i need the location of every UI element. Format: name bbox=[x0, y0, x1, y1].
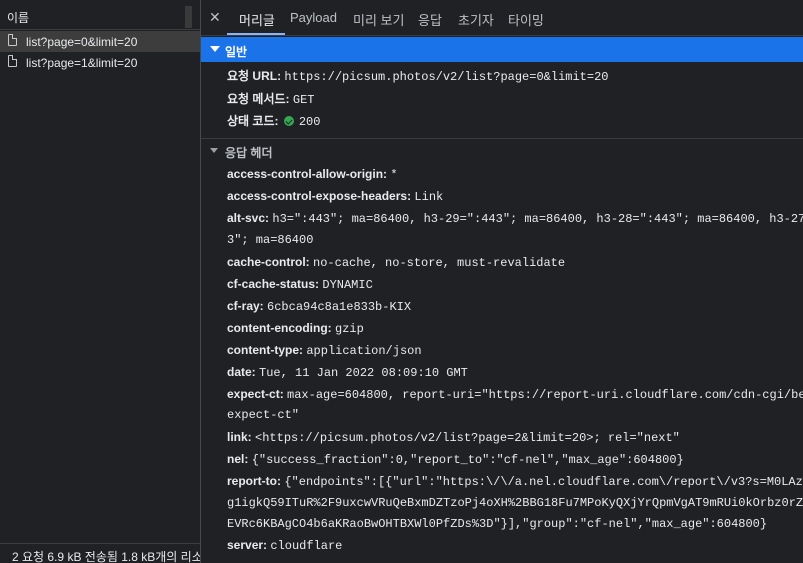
file-icon bbox=[8, 55, 17, 67]
status-code-value: 200 bbox=[298, 115, 321, 129]
header-row: alt-svc: h3=":443"; ma=86400, h3-29=":44… bbox=[227, 211, 803, 226]
header-value-continuation: g1igkQ59ITuR%2F9uxcwVRuQeBxmDZTzoPj4oXH%… bbox=[227, 496, 803, 510]
tab-response[interactable]: 응답 bbox=[418, 10, 442, 29]
request-row[interactable]: list?page=0&limit=20 bbox=[0, 31, 200, 52]
request-details-panel: ✕ 머리글 Payload 미리 보기 응답 초기자 타이밍 일반 요청 URL… bbox=[201, 0, 803, 563]
summary-status-bar: 2 요청 6.9 kB 전송됨 1.8 kB개의 리소스 bbox=[0, 543, 201, 563]
name-column-header[interactable]: 이름 bbox=[0, 0, 200, 30]
tab-headers[interactable]: 머리글 bbox=[239, 10, 275, 29]
header-key: nel: bbox=[227, 452, 249, 466]
request-method-label: 요청 메서드: bbox=[227, 92, 290, 106]
header-row: cf-ray: 6cbca94c8a1e833b-KIX bbox=[227, 299, 411, 314]
header-value: no-cache, no-store, must-revalidate bbox=[313, 256, 566, 270]
header-row: content-encoding: gzip bbox=[227, 321, 364, 336]
header-row: report-to: {"endpoints":[{"url":"https:\… bbox=[227, 474, 803, 489]
request-list-panel: 이름 list?page=0&limit=20 list?page=1&limi… bbox=[0, 0, 201, 563]
header-row: nel: {"success_fraction":0,"report_to":"… bbox=[227, 452, 684, 467]
header-value: cloudflare bbox=[270, 539, 343, 553]
header-key: content-type: bbox=[227, 343, 303, 357]
triangle-down-icon bbox=[210, 148, 218, 153]
header-row: date: Tue, 11 Jan 2022 08:09:10 GMT bbox=[227, 365, 468, 380]
header-value: Link bbox=[414, 190, 444, 204]
tab-preview[interactable]: 미리 보기 bbox=[353, 10, 404, 29]
header-value-continuation: expect-ct" bbox=[227, 408, 300, 422]
request-url-label: 요청 URL: bbox=[227, 69, 282, 83]
header-key: access-control-expose-headers: bbox=[227, 189, 412, 203]
request-method-value: GET bbox=[292, 93, 315, 107]
header-row: link: <https://picsum.photos/v2/list?pag… bbox=[227, 430, 680, 445]
header-key: alt-svc: bbox=[227, 211, 270, 225]
header-value: Tue, 11 Jan 2022 08:09:10 GMT bbox=[259, 366, 468, 380]
request-row[interactable]: list?page=1&limit=20 bbox=[0, 52, 200, 73]
tab-payload[interactable]: Payload bbox=[290, 10, 337, 25]
header-value-continuation: EVRc6KBAgCO4b6aKRaoBwOHTBXWl0PfZDs%3D"}]… bbox=[227, 517, 768, 531]
request-name: list?page=0&limit=20 bbox=[26, 35, 138, 49]
header-row: cache-control: no-cache, no-store, must-… bbox=[227, 255, 565, 270]
tab-initiator[interactable]: 초기자 bbox=[458, 10, 494, 29]
header-key: content-encoding: bbox=[227, 321, 332, 335]
request-method-row: 요청 메서드: GET bbox=[227, 90, 314, 107]
header-value: DYNAMIC bbox=[322, 278, 373, 292]
general-section-header[interactable]: 일반 bbox=[201, 37, 803, 62]
header-row: expect-ct: max-age=604800, report-uri="h… bbox=[227, 387, 803, 402]
request-url-row: 요청 URL: https://picsum.photos/v2/list?pa… bbox=[227, 67, 608, 84]
header-value: h3=":443"; ma=86400, h3-29=":443"; ma=86… bbox=[272, 212, 803, 226]
general-section-title: 일반 bbox=[225, 45, 248, 59]
status-code-row: 상태 코드: 200 bbox=[227, 112, 320, 129]
header-value: {"success_fraction":0,"report_to":"cf-ne… bbox=[251, 453, 684, 467]
details-tab-bar: ✕ 머리글 Payload 미리 보기 응답 초기자 타이밍 bbox=[201, 0, 803, 36]
response-headers-section-header[interactable]: 응답 헤더 bbox=[201, 140, 803, 162]
header-key: cf-ray: bbox=[227, 299, 264, 313]
header-value: * bbox=[390, 168, 398, 182]
header-row: server: cloudflare bbox=[227, 538, 342, 553]
header-key: cf-cache-status: bbox=[227, 277, 320, 291]
name-column-label: 이름 bbox=[7, 11, 30, 25]
header-row: content-type: application/json bbox=[227, 343, 422, 358]
triangle-down-icon bbox=[210, 46, 220, 52]
status-code-label: 상태 코드: bbox=[227, 114, 279, 128]
check-circle-icon bbox=[283, 116, 294, 126]
header-key: server: bbox=[227, 538, 268, 552]
response-headers-title: 응답 헤더 bbox=[225, 146, 273, 160]
header-key: expect-ct: bbox=[227, 387, 284, 401]
header-key: access-control-allow-origin: bbox=[227, 167, 388, 181]
column-resize-handle[interactable] bbox=[185, 6, 192, 28]
request-url-value: https://picsum.photos/v2/list?page=0&lim… bbox=[284, 70, 609, 84]
header-key: cache-control: bbox=[227, 255, 310, 269]
header-value: {"endpoints":[{"url":"https:\/\/a.nel.cl… bbox=[284, 475, 803, 489]
request-name: list?page=1&limit=20 bbox=[26, 56, 138, 70]
header-key: link: bbox=[227, 430, 252, 444]
tab-timing[interactable]: 타이밍 bbox=[508, 10, 544, 29]
header-key: report-to: bbox=[227, 474, 281, 488]
header-value: application/json bbox=[306, 344, 422, 358]
section-divider bbox=[201, 138, 803, 139]
summary-text: 2 요청 6.9 kB 전송됨 1.8 kB개의 리소스 bbox=[12, 550, 201, 563]
header-row: cf-cache-status: DYNAMIC bbox=[227, 277, 373, 292]
header-value: <https://picsum.photos/v2/list?page=2&li… bbox=[255, 431, 680, 445]
header-value: max-age=604800, report-uri="https://repo… bbox=[287, 388, 803, 402]
close-icon[interactable]: ✕ bbox=[209, 9, 221, 25]
header-row: access-control-expose-headers: Link bbox=[227, 189, 443, 204]
header-key: date: bbox=[227, 365, 256, 379]
header-row: access-control-allow-origin: * bbox=[227, 167, 398, 182]
header-value: 6cbca94c8a1e833b-KIX bbox=[267, 300, 412, 314]
file-icon bbox=[8, 34, 17, 46]
active-tab-indicator bbox=[227, 33, 285, 35]
header-value-continuation: 3"; ma=86400 bbox=[227, 233, 314, 247]
header-value: gzip bbox=[335, 322, 364, 336]
